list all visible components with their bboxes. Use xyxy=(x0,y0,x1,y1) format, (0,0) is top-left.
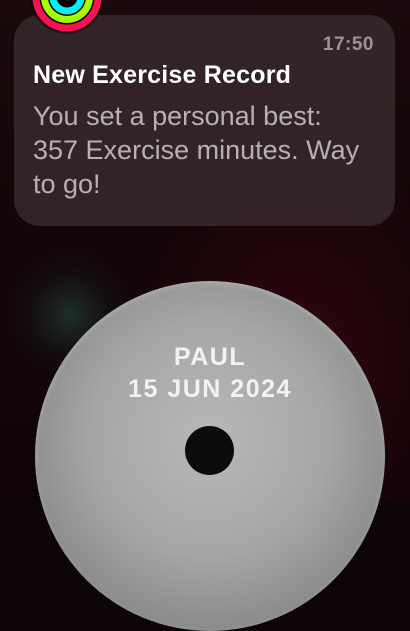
disc-center-hole xyxy=(185,426,234,475)
award-date: 15 JUN 2024 xyxy=(128,375,292,403)
notification-time: 17:50 xyxy=(322,34,374,55)
activity-rings-icon xyxy=(32,0,102,32)
notification-message: You set a personal best: 357 Exercise mi… xyxy=(33,101,360,199)
notification-card[interactable]: 17:50 New Exercise Record You set a pers… xyxy=(14,15,395,226)
notification-title: New Exercise Record xyxy=(33,61,292,89)
award-disc[interactable]: PAUL 15 JUN 2024 xyxy=(35,281,385,631)
award-name: PAUL xyxy=(173,343,247,371)
